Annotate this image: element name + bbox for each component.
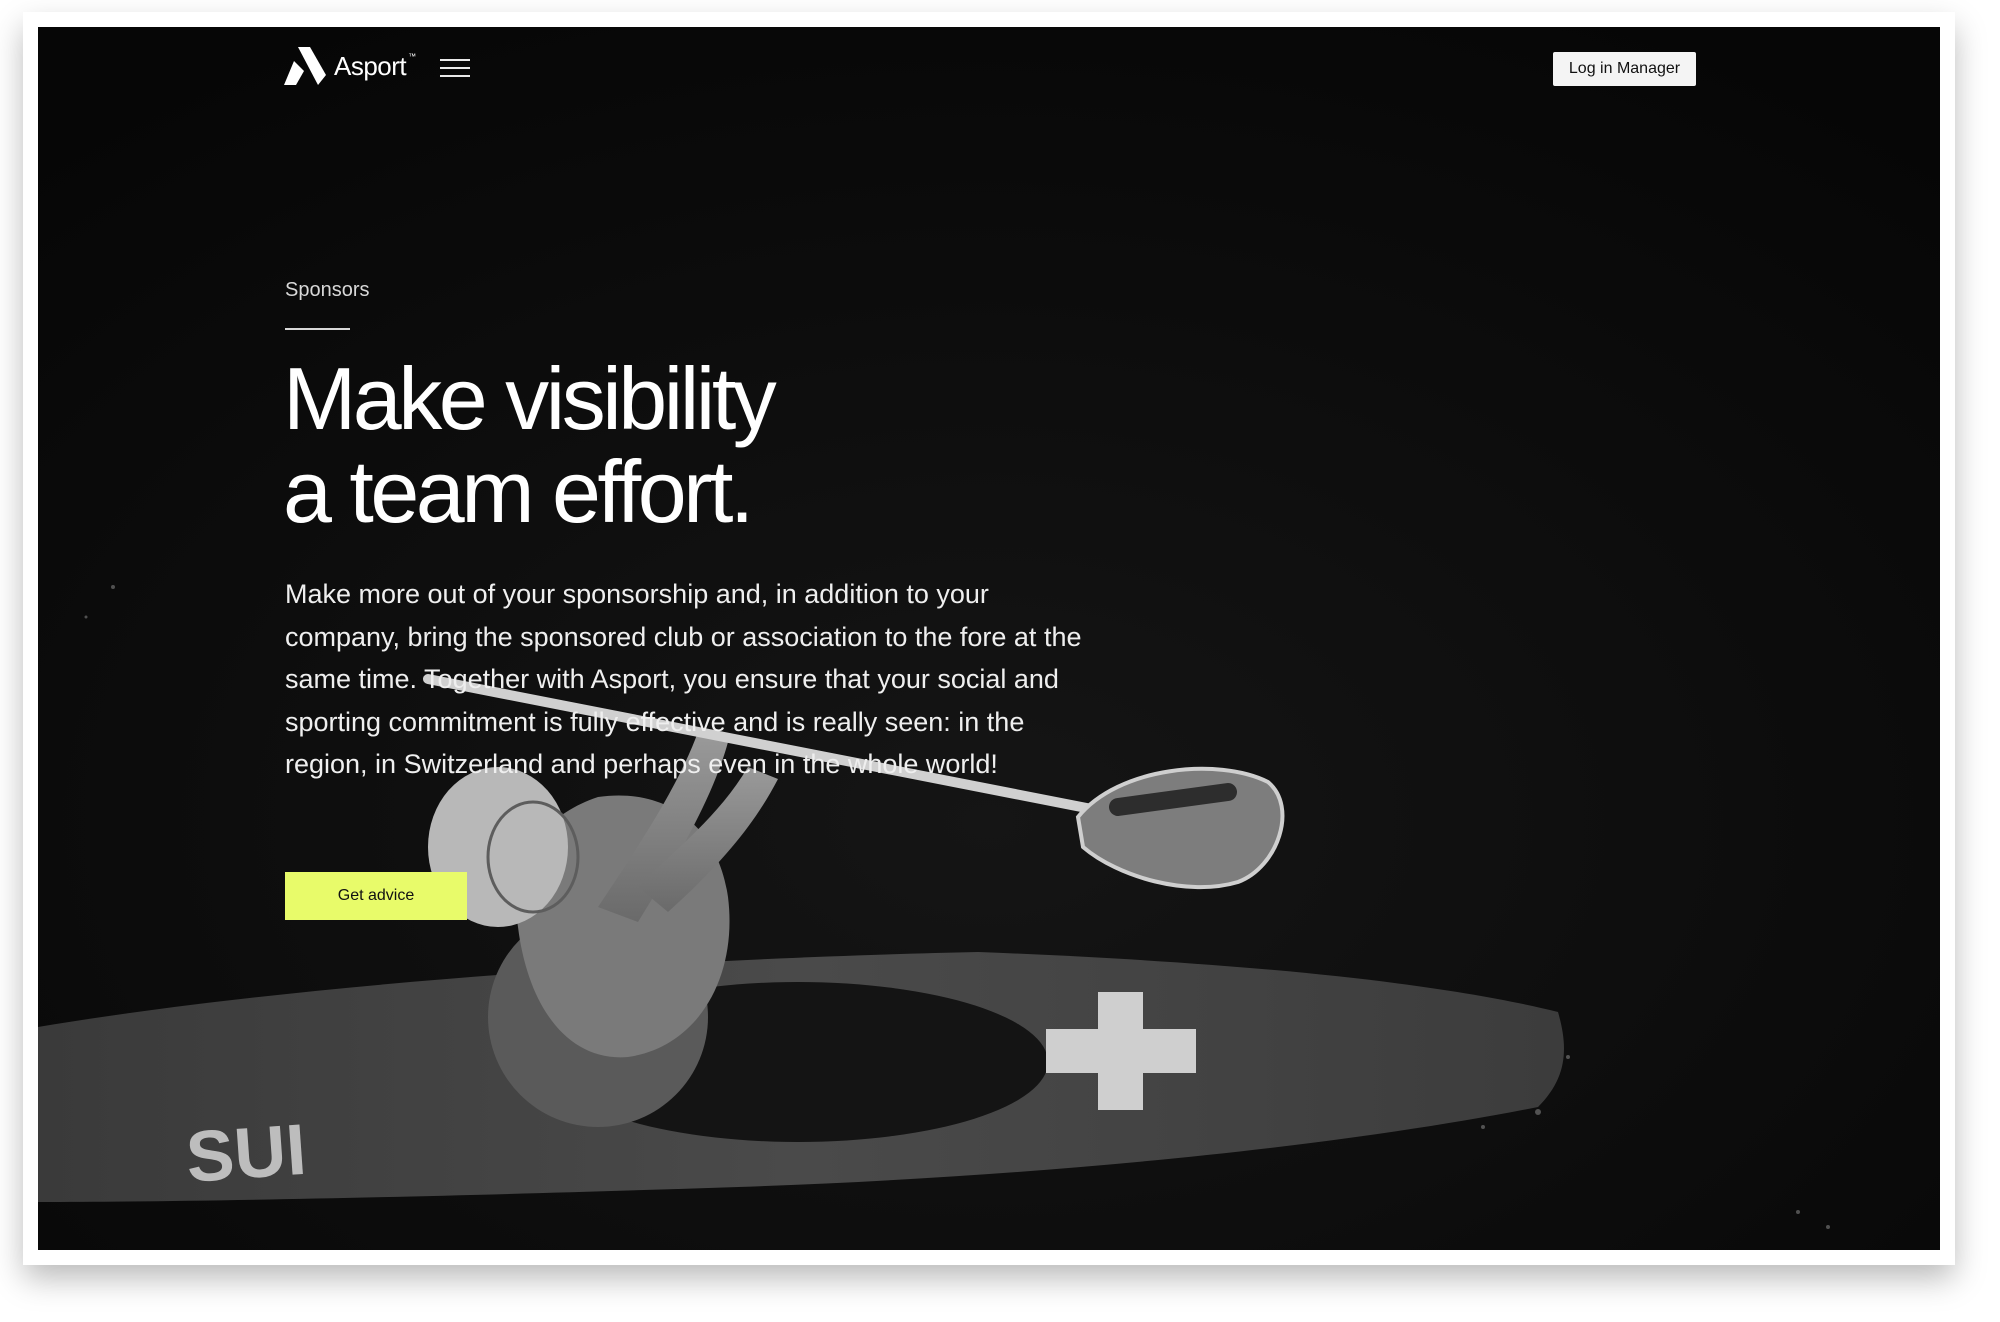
svg-text:SUI: SUI [184,1110,309,1198]
hero-title-line-2: a team effort. [283,442,754,541]
brand-name: Asport [334,50,407,81]
brand-trademark: ™ [408,51,417,61]
site-header: Asport ™ Log in Manager [38,27,1940,117]
hero-title: Make visibility a team effort. [283,349,777,541]
browser-frame: SUI Asport ™ Log in Manager Sponsors Mak… [38,27,1940,1250]
hamburger-menu-icon[interactable] [440,57,470,79]
hero-title-line-1: Make visibility [283,349,777,448]
get-advice-button[interactable]: Get advice [285,872,467,920]
brand-logo[interactable]: Asport ™ [284,47,416,85]
section-eyebrow: Sponsors [285,279,370,301]
login-manager-button[interactable]: Log in Manager [1553,52,1696,86]
hero-description: Make more out of your sponsorship and, i… [285,579,1082,779]
asport-logo-icon [284,47,326,85]
eyebrow-divider [285,328,350,330]
